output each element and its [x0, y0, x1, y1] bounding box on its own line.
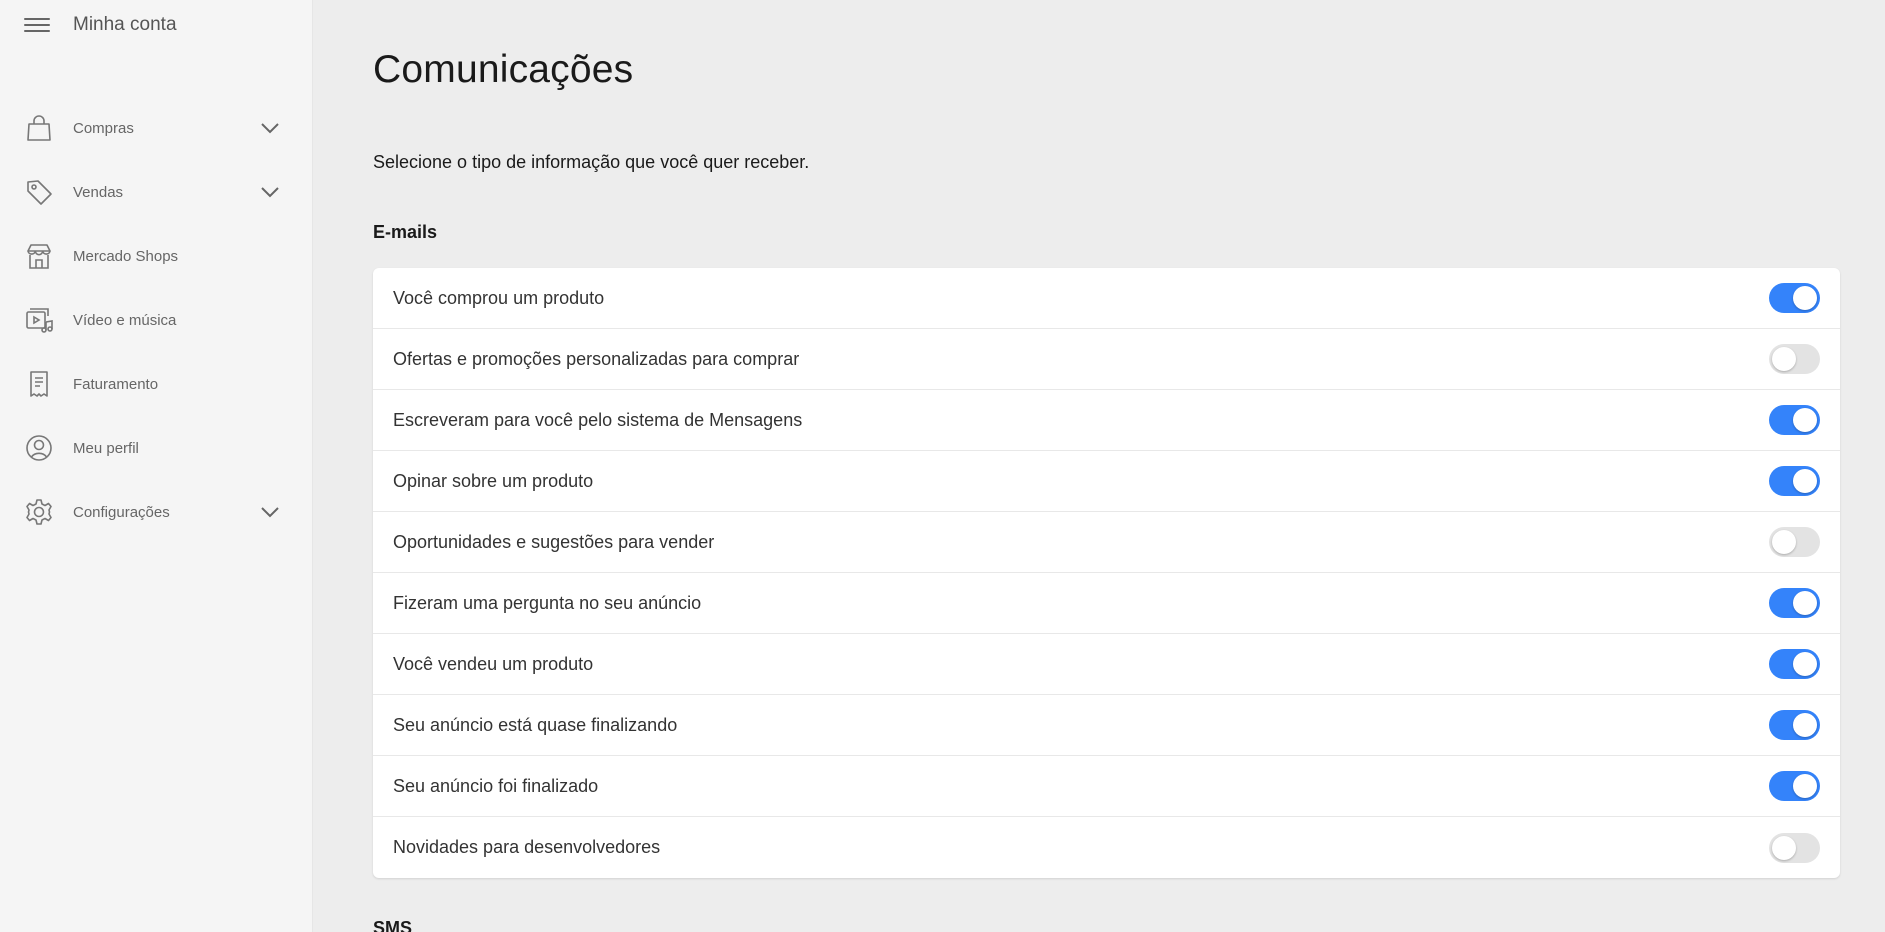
- emails-card: Você comprou um produto Ofertas e promoç…: [373, 268, 1840, 878]
- sidebar-item-label: Mercado Shops: [73, 247, 179, 265]
- sidebar-header: Minha conta: [24, 12, 177, 38]
- sidebar-item-faturamento[interactable]: Faturamento: [0, 352, 313, 416]
- toggle-switch[interactable]: [1769, 527, 1820, 557]
- shopping-bag-icon: [24, 113, 54, 143]
- gear-icon: [24, 497, 54, 527]
- store-icon: [24, 241, 54, 271]
- sidebar-item-vendas[interactable]: Vendas: [0, 160, 313, 224]
- section-title-sms: SMS: [373, 918, 413, 932]
- list-item-label: Novidades para desenvolvedores: [393, 837, 661, 857]
- list-item: Você vendeu um produto: [373, 634, 1840, 695]
- toggle-switch[interactable]: [1769, 283, 1820, 313]
- receipt-icon: [24, 369, 54, 399]
- sidebar-item-label: Faturamento: [73, 375, 159, 393]
- list-item: Fizeram uma pergunta no seu anúncio: [373, 573, 1840, 634]
- list-item-label: Fizeram uma pergunta no seu anúncio: [393, 592, 702, 613]
- toggle-switch[interactable]: [1769, 466, 1820, 496]
- toggle-switch[interactable]: [1769, 832, 1820, 863]
- sidebar-item-meu-perfil[interactable]: Meu perfil: [0, 416, 313, 480]
- sidebar-item-label: Vídeo e música: [73, 311, 177, 329]
- tag-icon: [24, 177, 54, 207]
- list-item-label: Oportunidades e sugestões para vender: [393, 531, 715, 552]
- toggle-switch[interactable]: [1769, 588, 1820, 618]
- menu-icon[interactable]: [24, 15, 52, 35]
- list-item-label: Seu anúncio foi finalizado: [393, 775, 599, 796]
- list-item-label: Ofertas e promoções personalizadas para …: [393, 348, 800, 369]
- media-icon: [24, 305, 54, 335]
- sidebar-item-mercado-shops[interactable]: Mercado Shops: [0, 224, 313, 288]
- list-item: Seu anúncio está quase finalizando: [373, 695, 1840, 756]
- sidebar-title: Minha conta: [73, 14, 177, 35]
- sidebar-item-label: Compras: [73, 119, 134, 137]
- list-item: Opinar sobre um produto: [373, 451, 1840, 512]
- sidebar-item-video-musica[interactable]: Vídeo e música: [0, 288, 313, 352]
- list-item: Você comprou um produto: [373, 268, 1840, 329]
- toggle-switch[interactable]: [1769, 344, 1820, 374]
- list-item: Novidades para desenvolvedores: [373, 817, 1840, 878]
- page-title: Comunicações: [373, 48, 634, 91]
- profile-icon: [24, 433, 54, 463]
- list-item: Escreveram para você pelo sistema de Men…: [373, 390, 1840, 451]
- app: Minha conta Compras Vendas Mercado Shops…: [0, 0, 1885, 932]
- chevron-down-icon[interactable]: [258, 500, 282, 524]
- page-subtitle: Selecione o tipo de informação que você …: [373, 152, 810, 172]
- toggle-switch[interactable]: [1769, 771, 1820, 801]
- list-item: Ofertas e promoções personalizadas para …: [373, 329, 1840, 390]
- list-item: Oportunidades e sugestões para vender: [373, 512, 1840, 573]
- sidebar: Minha conta Compras Vendas Mercado Shops…: [0, 0, 313, 932]
- sidebar-nav: Compras Vendas Mercado Shops Vídeo e mús…: [0, 96, 313, 544]
- sidebar-item-configuracoes[interactable]: Configurações: [0, 480, 313, 544]
- chevron-down-icon[interactable]: [258, 116, 282, 140]
- toggle-switch[interactable]: [1769, 649, 1820, 679]
- list-item-label: Você vendeu um produto: [393, 653, 594, 674]
- sidebar-item-label: Configurações: [73, 503, 170, 521]
- toggle-switch[interactable]: [1769, 710, 1820, 740]
- toggle-switch[interactable]: [1769, 405, 1820, 435]
- sidebar-item-label: Vendas: [73, 183, 124, 201]
- sidebar-item-compras[interactable]: Compras: [0, 96, 313, 160]
- list-item: Seu anúncio foi finalizado: [373, 756, 1840, 817]
- section-title-emails: E-mails: [373, 222, 438, 242]
- list-item-label: Escreveram para você pelo sistema de Men…: [393, 409, 803, 430]
- list-item-label: Você comprou um produto: [393, 287, 605, 308]
- sidebar-item-label: Meu perfil: [73, 439, 139, 457]
- chevron-down-icon[interactable]: [258, 180, 282, 204]
- list-item-label: Opinar sobre um produto: [393, 470, 594, 491]
- main-content: Comunicações Selecione o tipo de informa…: [313, 0, 1885, 932]
- list-item-label: Seu anúncio está quase finalizando: [393, 714, 678, 735]
